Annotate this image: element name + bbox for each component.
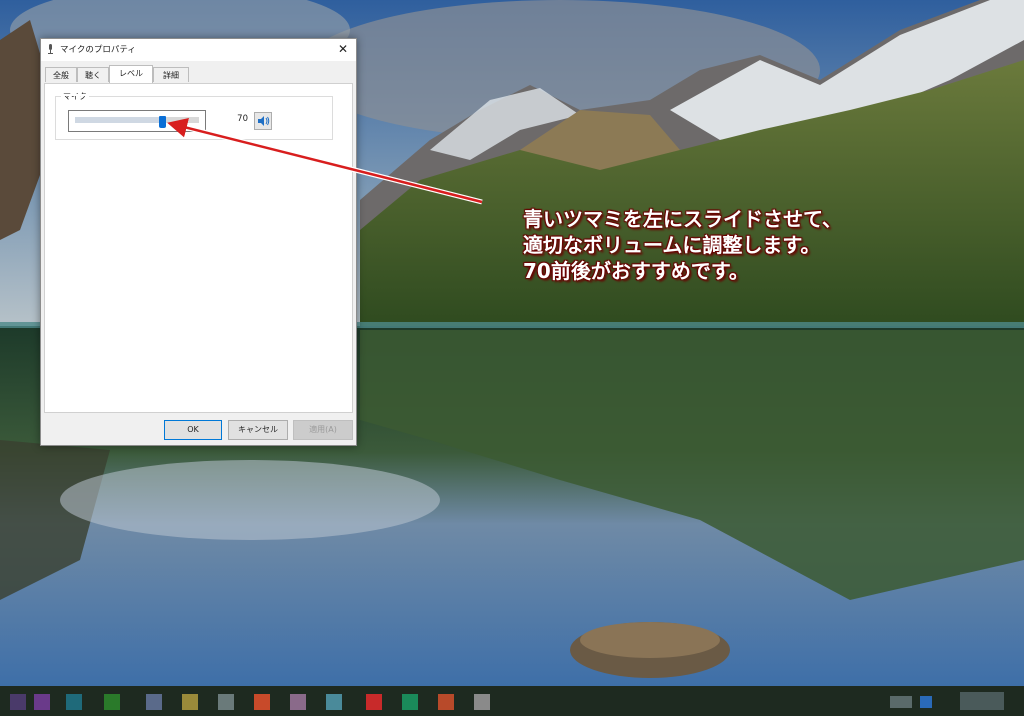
taskbar-app-icon[interactable] xyxy=(254,694,270,710)
annotation-line-2: 適切なボリュームに調整します。 xyxy=(523,233,821,257)
taskbar xyxy=(0,686,1024,716)
dialog-title: マイクのプロパティ xyxy=(60,45,136,55)
speaker-icon xyxy=(258,116,270,126)
taskbar-app-icon[interactable] xyxy=(438,694,454,710)
taskbar-app-icon[interactable] xyxy=(10,694,26,710)
taskbar-app-icon[interactable] xyxy=(218,694,234,710)
taskbar-app-icon[interactable] xyxy=(402,694,418,710)
levels-panel: マイク 70 xyxy=(44,83,353,413)
taskbar-app-icon[interactable] xyxy=(474,694,490,710)
title-bar[interactable]: マイクのプロパティ ✕ xyxy=(41,39,356,61)
slider-thumb[interactable] xyxy=(158,116,166,128)
annotation-line-1: 青いツマミを左にスライドさせて、 xyxy=(523,207,842,231)
taskbar-app-icon[interactable] xyxy=(66,694,82,710)
mic-level-group: マイク 70 xyxy=(55,91,333,140)
apply-button[interactable]: 適用(A) xyxy=(293,420,353,440)
tab-general[interactable]: 全般 xyxy=(45,67,77,82)
taskbar-app-icon[interactable] xyxy=(366,694,382,710)
taskbar-app-icon[interactable] xyxy=(290,694,306,710)
slider-track xyxy=(75,116,199,128)
tray-icon[interactable] xyxy=(920,696,932,708)
mic-level-label: マイク xyxy=(61,91,89,102)
mute-button[interactable] xyxy=(254,112,272,130)
ok-button[interactable]: OK xyxy=(164,420,222,440)
dialog-footer: OK キャンセル 適用(A) xyxy=(41,413,356,445)
close-icon[interactable]: ✕ xyxy=(335,41,351,57)
tab-levels[interactable]: レベル xyxy=(109,65,153,83)
cancel-button[interactable]: キャンセル xyxy=(228,420,288,440)
taskbar-app-icon[interactable] xyxy=(326,694,342,710)
annotation-line-3: 70前後がおすすめです。 xyxy=(523,259,749,283)
mic-level-value[interactable]: 70 xyxy=(208,114,248,124)
mic-level-slider[interactable] xyxy=(68,110,206,132)
tray-clock[interactable] xyxy=(960,692,1004,710)
taskbar-app-icon[interactable] xyxy=(104,694,120,710)
taskbar-app-icon[interactable] xyxy=(182,694,198,710)
tray-icon[interactable] xyxy=(890,696,912,708)
mic-properties-dialog: マイクのプロパティ ✕ 全般 聴く レベル 詳細 マイク 70 OK キャンセル… xyxy=(40,38,357,446)
tab-advanced[interactable]: 詳細 xyxy=(153,67,189,82)
slider-fill xyxy=(75,117,162,123)
taskbar-app-icon[interactable] xyxy=(34,694,50,710)
taskbar-app-icon[interactable] xyxy=(146,694,162,710)
microphone-icon xyxy=(48,44,53,54)
tab-listen[interactable]: 聴く xyxy=(77,67,109,82)
annotation-text: 青いツマミを左にスライドさせて、 適切なボリュームに調整します。 70前後がおす… xyxy=(523,206,943,284)
